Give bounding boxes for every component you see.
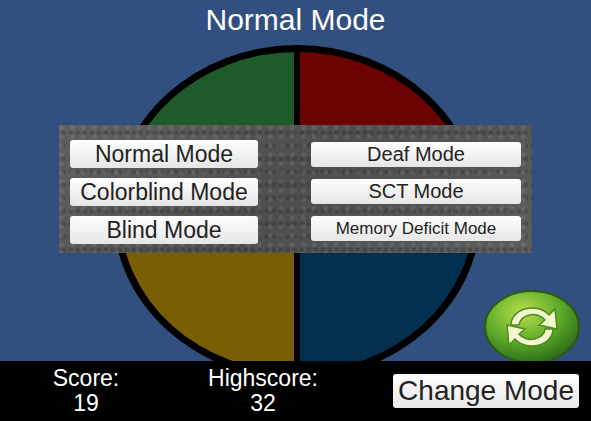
mode-column: Deaf Mode SCT Mode Memory Deficit Mode <box>311 140 521 244</box>
highscore-value: 32 <box>172 391 354 416</box>
mode-button[interactable]: SCT Mode <box>311 179 521 204</box>
refresh-icon[interactable] <box>483 289 581 361</box>
mode-title: Normal Mode <box>0 0 591 37</box>
score-value: 19 <box>0 391 172 416</box>
score-label: Score: <box>0 366 172 391</box>
score: Score:19 <box>0 366 172 416</box>
mode-button[interactable]: Blind Mode <box>70 216 258 244</box>
mode-button[interactable]: Normal Mode <box>70 140 258 168</box>
game-area: Normal Mode Normal Mode Colorblind Mode Bli… <box>0 0 591 361</box>
mode-button[interactable]: Deaf Mode <box>311 142 521 167</box>
mode-button[interactable]: Colorblind Mode <box>70 178 258 206</box>
highscore: Highscore:32 <box>172 366 354 416</box>
change-mode-button[interactable]: Change Mode <box>393 374 579 408</box>
mode-menu: Normal Mode Colorblind Mode Blind Mode Deaf… <box>59 125 532 253</box>
mode-button[interactable]: Memory Deficit Mode <box>311 216 521 241</box>
footer-bar: Score:19Highscore:32 Change Mode <box>0 361 591 421</box>
mode-column: Normal Mode Colorblind Mode Blind Mode <box>70 140 258 244</box>
highscore-label: Highscore: <box>172 366 354 391</box>
